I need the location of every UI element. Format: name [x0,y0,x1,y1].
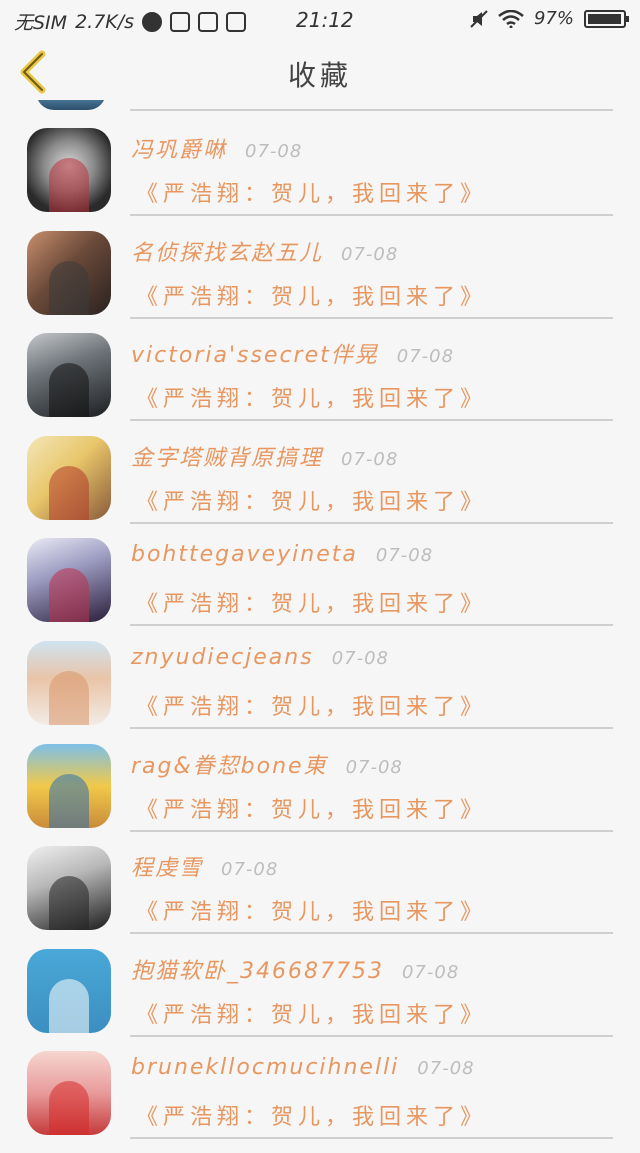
item-message[interactable]: 《严浩翔：贺儿，我回来了》 [136,176,487,208]
item-message[interactable]: 《严浩翔：贺儿，我回来了》 [136,279,487,311]
user-name[interactable]: 冯巩爵啉 [131,138,227,163]
user-name[interactable]: 名侦探找玄赵五儿 [131,241,323,266]
status-bar: 无SIM 2.7K/s 21:12 97% [0,0,640,42]
item-date: 07-08 [417,1058,475,1080]
list-item[interactable]: 名侦探找玄赵五儿 07-08 《严浩翔：贺儿，我回来了》 [0,230,640,333]
user-name[interactable]: 金字塔贼背原搞理 [131,446,323,471]
status-right: 97% [470,8,629,29]
avatar-figure [49,1081,89,1136]
divider [130,727,613,729]
item-message[interactable]: 《严浩翔：贺儿，我回来了》 [136,894,487,926]
page-title: 收藏 [287,59,352,92]
item-date: 07-08 [375,545,434,567]
wifi-icon [498,9,524,28]
divider [130,1034,613,1037]
title-bar: 收藏 [0,42,640,100]
avatar[interactable] [27,846,111,931]
avatar[interactable] [27,230,111,315]
battery-icon [584,9,629,28]
item-header: 抱猫软卧_346687753 07-08 [131,953,459,985]
item-message[interactable]: 《严浩翔：贺儿，我回来了》 [136,484,487,516]
s-icon [198,11,219,32]
item-header: 程虔雪 07-08 [131,850,278,882]
divider [130,829,613,832]
item-header: bruneklloсmucihnelli 07-08 [131,1055,475,1080]
list-item[interactable]: bohttegaveyineta 07-08 《严浩翔：贺儿，我回来了》 [0,538,640,640]
divider [130,419,613,422]
list-item[interactable]: 金字塔贼背原搞理 07-08 《严浩翔：贺儿，我回来了》 [0,435,640,538]
avatar[interactable] [27,128,111,212]
avatar[interactable] [27,743,111,828]
item-header: 金字塔贼背原搞理 07-08 [131,440,398,472]
item-message[interactable]: 《严浩翔：贺儿，我回来了》 [136,381,487,413]
item-message[interactable]: 《严浩翔：贺儿，我回来了》 [136,997,487,1029]
avatar-figure [49,260,89,315]
avatar-figure [49,671,89,725]
user-name[interactable]: bruneklloсmucihnelli [131,1055,399,1080]
user-name[interactable]: 程虔雪 [131,856,203,881]
user-name[interactable]: bohttegaveyineta [131,542,358,567]
divider [130,316,613,319]
network-speed: 2.7K/s [75,10,135,33]
database-icon [226,11,247,32]
item-header: 冯巩爵啉 07-08 [131,132,302,164]
item-date: 07-08 [341,448,399,470]
avatar[interactable] [27,641,111,725]
app-icon [170,11,191,32]
battery-level [588,13,621,24]
item-date: 07-08 [345,756,403,778]
item-date: 07-08 [396,346,455,368]
divider [130,109,613,111]
divider [130,214,613,216]
avatar[interactable] [27,1051,111,1136]
item-header: 名侦探找玄赵五儿 07-08 [131,235,398,267]
clock: 21:12 [296,8,354,32]
avatar[interactable] [27,948,111,1033]
list-item[interactable]: victoria'ssecret伴晃 07-08 《严浩翔：贺儿，我回来了》 [0,333,640,435]
item-header: victoria'ssecret伴晃 07-08 [131,337,454,369]
divider [130,624,613,627]
avatar-figure [49,568,89,623]
user-name[interactable]: victoria'ssecret伴晃 [131,343,379,368]
avatar[interactable] [27,435,111,520]
list-item[interactable]: rag&眷恝bone東 07-08 《严浩翔：贺儿，我回来了》 [0,743,640,846]
user-name[interactable]: znyudiecjeans [131,645,314,670]
avatar-figure [49,465,89,520]
list-item[interactable]: 抱猫软卧_346687753 07-08 《严浩翔：贺儿，我回来了》 [0,948,640,1051]
list-item[interactable]: znyudiecjeans 07-08 《严浩翔：贺儿，我回来了》 [0,641,640,743]
favorites-list: 冯巩爵啉 07-08 《严浩翔：贺儿，我回来了》 名侦探找玄赵五儿 07-08 《严浩翔：… [0,0,640,1140]
avatar-figure [49,773,89,828]
user-name[interactable]: rag&眷恝bone東 [131,754,328,779]
list-item[interactable]: 冯巩爵啉 07-08 《严浩翔：贺儿，我回来了》 [0,128,640,230]
battery-percent: 97% [533,8,574,29]
item-message[interactable]: 《严浩翔：贺儿，我回来了》 [136,1099,487,1131]
item-header: znyudiecjeans 07-08 [131,645,389,670]
divider [130,932,613,935]
carrier-label: 无SIM [14,12,68,34]
item-date: 07-08 [331,648,390,669]
item-message[interactable]: 《严浩翔：贺儿，我回来了》 [136,792,487,824]
avatar[interactable] [27,333,111,418]
status-left: 无SIM 2.7K/s [14,8,247,35]
item-date: 07-08 [245,141,303,162]
divider [130,521,613,524]
item-header: bohttegaveyineta 07-08 [131,542,433,567]
avatar-figure [49,363,89,418]
item-header: rag&眷恝bone東 07-08 [131,748,403,780]
item-message[interactable]: 《严浩翔：贺儿，我回来了》 [136,689,487,721]
mute-icon [470,9,488,28]
avatar-figure [49,978,89,1033]
item-date: 07-08 [341,243,399,265]
avatar-figure [49,876,89,931]
user-name[interactable]: 抱猫软卧_346687753 [131,959,384,984]
avatar[interactable] [27,538,111,623]
item-message[interactable]: 《严浩翔：贺儿，我回来了》 [136,586,487,618]
item-date: 07-08 [221,859,279,881]
weibo-icon [142,11,163,32]
avatar-figure [49,158,89,212]
list-item[interactable]: 程虔雪 07-08 《严浩翔：贺儿，我回来了》 [0,846,640,948]
item-date: 07-08 [401,961,460,983]
